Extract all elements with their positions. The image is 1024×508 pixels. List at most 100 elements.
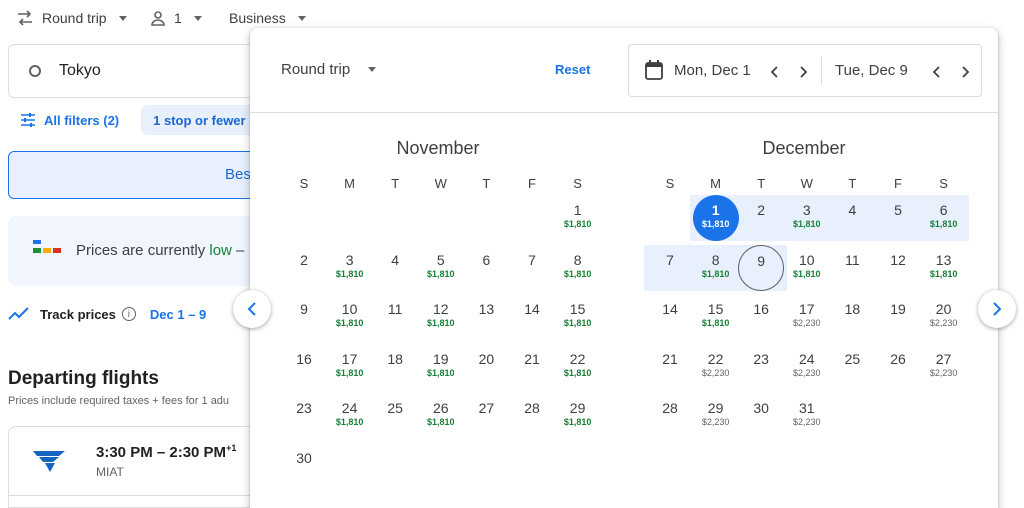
departing-subtitle: Prices include required taxes + fees for… (8, 395, 230, 407)
calendar-day[interactable]: 24 $1,810 (327, 393, 373, 439)
calendar-day[interactable]: 13 (463, 294, 509, 340)
depart-date[interactable]: Mon, Dec 1 (674, 62, 751, 79)
calendar-day[interactable]: 21 (647, 344, 693, 390)
calendar-day[interactable]: 10 $1,810 (784, 245, 830, 291)
origin-input[interactable]: Tokyo (8, 44, 268, 98)
next-month-button[interactable] (978, 290, 1016, 328)
calendar-day[interactable]: 27 (463, 393, 509, 439)
chevron-right-icon[interactable] (955, 62, 975, 82)
calendar-day[interactable]: 19 (875, 294, 921, 340)
calendar-day[interactable]: 23 (281, 393, 327, 439)
calendar-day[interactable]: 31 $2,230 (784, 393, 830, 439)
previous-month-button[interactable] (233, 290, 271, 328)
calendar-day[interactable]: 30 (281, 443, 327, 489)
calendar-day[interactable]: 5 $1,810 (418, 245, 464, 291)
calendar-day[interactable]: 16 (281, 344, 327, 390)
calendar-day[interactable]: 16 (738, 294, 784, 340)
calendar-day[interactable]: 15 $1,810 (693, 294, 739, 340)
calendar-day[interactable]: 9 (281, 294, 327, 340)
calendar-day[interactable]: 17 $1,810 (327, 344, 373, 390)
calendar-day[interactable]: 29 $1,810 (555, 393, 601, 439)
calendar-day[interactable]: 28 (647, 393, 693, 439)
calendar-day[interactable]: 28 (509, 393, 555, 439)
calendar-day[interactable]: 21 (509, 344, 555, 390)
calendar-day[interactable]: 11 (829, 245, 875, 291)
day-number: 25 (844, 350, 861, 367)
calendar-day[interactable]: 18 (372, 344, 418, 390)
tab-best[interactable]: Bes (8, 151, 268, 199)
all-filters-button[interactable]: All filters (2) (8, 113, 131, 128)
day-price: $1,810 (563, 219, 592, 229)
calendar-day[interactable]: 3 $1,810 (784, 195, 830, 241)
departing-title: Departing flights (8, 368, 159, 389)
calendar-day[interactable]: 2 (738, 195, 784, 241)
calendar-day[interactable]: 25 (372, 393, 418, 439)
calendar-day[interactable]: 2 (281, 245, 327, 291)
day-number: 29 (707, 400, 724, 417)
calendar-day[interactable]: 7 (509, 245, 555, 291)
calendar-day[interactable]: 22 $1,810 (555, 344, 601, 390)
calendar-day[interactable]: 4 (372, 245, 418, 291)
calendar-day[interactable]: 23 (738, 344, 784, 390)
day-number: 20 (935, 301, 952, 318)
calendar-day[interactable]: 10 $1,810 (327, 294, 373, 340)
cabin-select[interactable]: Business (229, 10, 306, 26)
chevron-left-icon[interactable] (765, 62, 785, 82)
calendar-day[interactable]: 29 $2,230 (693, 393, 739, 439)
calendar-day[interactable]: 6 $1,810 (921, 195, 967, 241)
all-filters-label: All filters (2) (44, 112, 120, 128)
calendar-day[interactable]: 26 $1,810 (418, 393, 464, 439)
stops-filter-chip[interactable]: 1 stop or fewer (141, 105, 258, 135)
calendar-day[interactable]: 20 (463, 344, 509, 390)
calendar-day[interactable]: 9 (738, 244, 785, 291)
day-number: 7 (528, 251, 536, 268)
calendar-day[interactable]: 7 (647, 245, 693, 291)
dialog-trip-type-select[interactable]: Round trip (281, 61, 377, 78)
track-dates: Dec 1 – 9 (149, 306, 207, 322)
day-number: 28 (662, 400, 678, 417)
date-range-field: Mon, Dec 1 Tue, Dec 9 (628, 44, 982, 97)
calendar-day[interactable]: 8 $1,810 (693, 245, 739, 291)
day-number: 18 (387, 350, 403, 367)
calendar-day[interactable]: 27 $2,230 (921, 344, 967, 390)
calendar-day[interactable]: 5 (875, 195, 921, 241)
calendar-day[interactable]: 17 $2,230 (784, 294, 830, 340)
calendar-day[interactable]: 8 $1,810 (555, 245, 601, 291)
calendar-day[interactable]: 22 $2,230 (693, 344, 739, 390)
calendar-day[interactable]: 11 (372, 294, 418, 340)
calendar-day[interactable]: 4 (829, 195, 875, 241)
calendar-day[interactable]: 1 $1,810 (555, 195, 601, 241)
day-number: 10 (341, 301, 358, 318)
calendar-day[interactable]: 14 (509, 294, 555, 340)
calendar-day[interactable]: 3 $1,810 (327, 245, 373, 291)
calendar-day[interactable]: 6 (463, 245, 509, 291)
calendar-day[interactable]: 30 (738, 393, 784, 439)
chevron-right-icon[interactable] (793, 62, 813, 82)
calendar-day[interactable]: 15 $1,810 (555, 294, 601, 340)
calendar-day[interactable]: 14 (647, 294, 693, 340)
calendar-day[interactable]: 12 $1,810 (418, 294, 464, 340)
calendar-day[interactable]: 25 (829, 344, 875, 390)
info-icon[interactable]: i (121, 307, 136, 321)
divider (8, 495, 268, 496)
reset-button[interactable]: Reset (555, 62, 590, 77)
weekday-label: T (482, 176, 491, 191)
day-number: 11 (845, 251, 860, 268)
tab-best-label: Bes (225, 166, 251, 183)
calendar-day[interactable]: 1 $1,810 (692, 195, 739, 241)
weekday-label: W (434, 176, 447, 191)
passengers-select[interactable]: 1 (150, 10, 202, 26)
calendar-day[interactable]: 20 $2,230 (921, 294, 967, 340)
calendar-day[interactable]: 12 (875, 245, 921, 291)
day-number: 18 (844, 301, 861, 318)
calendar-day[interactable]: 24 $2,230 (784, 344, 830, 390)
trip-type-select[interactable]: Round trip (16, 10, 127, 26)
track-prices-label: Track prices (40, 306, 116, 322)
calendar-day[interactable]: 18 (829, 294, 875, 340)
chevron-left-icon[interactable] (927, 62, 947, 82)
calendar-day[interactable]: 19 $1,810 (418, 344, 464, 390)
return-date[interactable]: Tue, Dec 9 (835, 62, 908, 79)
calendar-day[interactable]: 26 (875, 344, 921, 390)
calendar-day[interactable]: 13 $1,810 (921, 245, 967, 291)
weekday-label: F (894, 176, 902, 191)
